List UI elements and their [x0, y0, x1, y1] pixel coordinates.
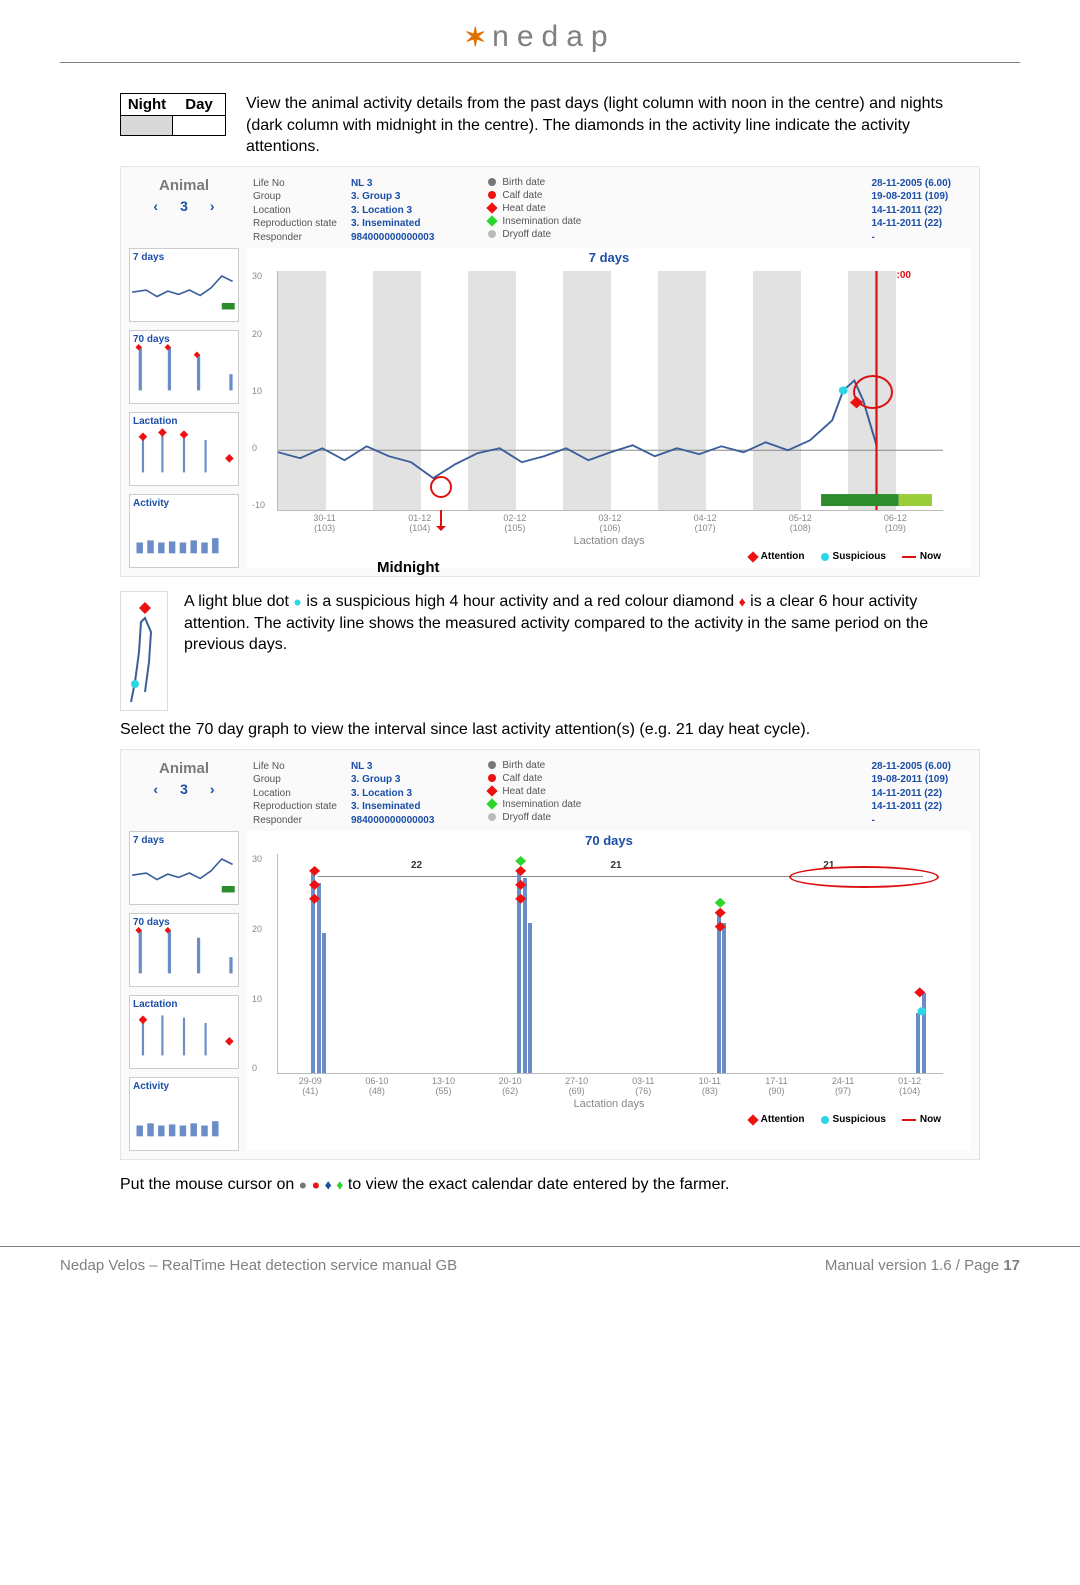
footer-right: Manual version 1.6 / Page 17: [825, 1257, 1020, 1274]
logo-star-icon: ✶: [464, 22, 486, 53]
thumb-70days[interactable]: 70 days: [129, 330, 239, 404]
day-cell: [173, 115, 225, 135]
night-cell: [121, 115, 173, 135]
thumb-7days[interactable]: 7 days: [129, 248, 239, 322]
meta-values: NL 3 3. Group 3 3. Location 3 3. Insemin…: [351, 177, 434, 245]
animal-selector-2: Animal ‹ 3 ›: [129, 760, 239, 797]
chart-7days: 7 days 09:00 30 20 10 0 -10: [247, 248, 971, 568]
thumb-activity-2[interactable]: Activity: [129, 1077, 239, 1151]
screenshot-70days: Animal ‹ 3 › Life No Group Location Repr…: [120, 749, 980, 1161]
screenshot-7days: Animal ‹ 3 › Life No Group Location Repr…: [120, 166, 980, 578]
midnight-label: Midnight: [377, 559, 439, 576]
paragraph-3: Select the 70 day graph to view the inte…: [120, 719, 980, 741]
animal-next-button[interactable]: ›: [210, 198, 215, 214]
chart-70days: 70 days 30 20 10 0 22 21: [247, 831, 971, 1151]
activity-line-snippet: [120, 591, 168, 711]
thumb-70days-2[interactable]: 70 days: [129, 913, 239, 987]
date-keys: Birth date Calf date Heat date Inseminat…: [488, 177, 581, 240]
thumb-lactation[interactable]: Lactation: [129, 412, 239, 486]
animal-selector: Animal ‹ 3 ›: [129, 177, 239, 214]
thumb-lactation-2[interactable]: Lactation: [129, 995, 239, 1069]
meta-labels: Life No Group Location Reproduction stat…: [253, 177, 337, 245]
animal-number-2: 3: [180, 781, 188, 797]
night-label: Night: [121, 94, 173, 115]
animal-next-button-2[interactable]: ›: [210, 781, 215, 797]
thumb-7days-2[interactable]: 7 days: [129, 831, 239, 905]
brand-text: nedap: [492, 20, 615, 54]
brand-logo: ✶ nedap: [464, 20, 615, 54]
date-values: 28-11-2005 (6.00) 19-08-2011 (109) 14-11…: [871, 177, 971, 245]
day-label: Day: [173, 94, 225, 115]
night-day-legend: Night Day: [120, 93, 226, 136]
animal-number: 3: [180, 198, 188, 214]
page-footer: Nedap Velos – RealTime Heat detection se…: [0, 1246, 1080, 1294]
thumb-activity[interactable]: Activity: [129, 494, 239, 568]
paragraph-4: Put the mouse cursor on ● ● ♦ ♦ to view …: [120, 1174, 980, 1196]
paragraph-2: A light blue dot ● is a suspicious high …: [184, 591, 980, 656]
paragraph-1: View the animal activity details from th…: [246, 93, 980, 158]
arrow-down-icon: [440, 510, 442, 530]
footer-left: Nedap Velos – RealTime Heat detection se…: [60, 1257, 457, 1274]
animal-prev-button-2[interactable]: ‹: [153, 781, 158, 797]
animal-prev-button[interactable]: ‹: [153, 198, 158, 214]
page-header: ✶ nedap: [60, 0, 1020, 63]
